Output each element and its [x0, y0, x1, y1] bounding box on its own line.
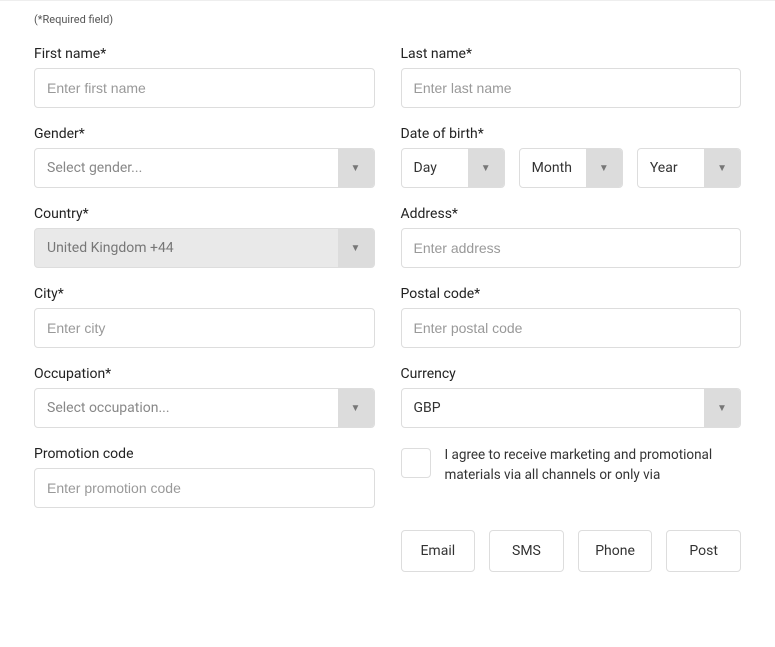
currency-selected-value: GBP	[402, 389, 705, 427]
chevron-down-icon: ▼	[468, 149, 504, 187]
dob-year-value: Year	[638, 149, 704, 187]
occupation-selected-value: Select occupation...	[35, 389, 338, 427]
occupation-field: Occupation* Select occupation... ▼	[34, 366, 375, 428]
marketing-consent-text: I agree to receive marketing and promoti…	[445, 446, 742, 485]
chevron-down-icon: ▼	[338, 229, 374, 267]
address-field: Address*	[401, 206, 742, 268]
country-field: Country* United Kingdom +44 ▼	[34, 206, 375, 268]
dob-month-value: Month	[520, 149, 586, 187]
city-label: City*	[34, 286, 375, 302]
postal-field: Postal code*	[401, 286, 742, 348]
last-name-label: Last name*	[401, 46, 742, 62]
last-name-field: Last name*	[401, 46, 742, 108]
channel-post-button[interactable]: Post	[666, 530, 741, 572]
channel-sms-button[interactable]: SMS	[489, 530, 564, 572]
chevron-down-icon: ▼	[586, 149, 622, 187]
postal-input[interactable]	[401, 308, 742, 348]
registration-form: First name* Last name* Gender* Select ge…	[34, 46, 741, 572]
marketing-consent-checkbox[interactable]	[401, 448, 431, 478]
occupation-select[interactable]: Select occupation... ▼	[34, 388, 375, 428]
country-selected-value: United Kingdom +44	[35, 229, 338, 267]
chevron-down-icon: ▼	[704, 149, 740, 187]
first-name-input[interactable]	[34, 68, 375, 108]
occupation-label: Occupation*	[34, 366, 375, 382]
gender-selected-value: Select gender...	[35, 149, 338, 187]
chevron-down-icon: ▼	[338, 149, 374, 187]
chevron-down-icon: ▼	[704, 389, 740, 427]
dob-field: Date of birth* Day ▼ Month ▼ Year ▼	[401, 126, 742, 188]
city-field: City*	[34, 286, 375, 348]
promo-field: Promotion code	[34, 446, 375, 508]
currency-select[interactable]: GBP ▼	[401, 388, 742, 428]
dob-day-select[interactable]: Day ▼	[401, 148, 505, 188]
dob-label: Date of birth*	[401, 126, 742, 142]
chevron-down-icon: ▼	[338, 389, 374, 427]
gender-label: Gender*	[34, 126, 375, 142]
consent-field: I agree to receive marketing and promoti…	[401, 446, 742, 508]
gender-select[interactable]: Select gender... ▼	[34, 148, 375, 188]
country-label: Country*	[34, 206, 375, 222]
promo-input[interactable]	[34, 468, 375, 508]
address-label: Address*	[401, 206, 742, 222]
gender-field: Gender* Select gender... ▼	[34, 126, 375, 188]
channel-phone-button[interactable]: Phone	[578, 530, 653, 572]
city-input[interactable]	[34, 308, 375, 348]
first-name-field: First name*	[34, 46, 375, 108]
first-name-label: First name*	[34, 46, 375, 62]
promo-label: Promotion code	[34, 446, 375, 462]
dob-year-select[interactable]: Year ▼	[637, 148, 741, 188]
country-select[interactable]: United Kingdom +44 ▼	[34, 228, 375, 268]
dob-day-value: Day	[402, 149, 468, 187]
postal-label: Postal code*	[401, 286, 742, 302]
address-input[interactable]	[401, 228, 742, 268]
currency-label: Currency	[401, 366, 742, 382]
dob-month-select[interactable]: Month ▼	[519, 148, 623, 188]
channel-buttons: Email SMS Phone Post	[401, 530, 742, 572]
required-field-note: (*Required field)	[34, 13, 741, 26]
channel-email-button[interactable]: Email	[401, 530, 476, 572]
last-name-input[interactable]	[401, 68, 742, 108]
currency-field: Currency GBP ▼	[401, 366, 742, 428]
